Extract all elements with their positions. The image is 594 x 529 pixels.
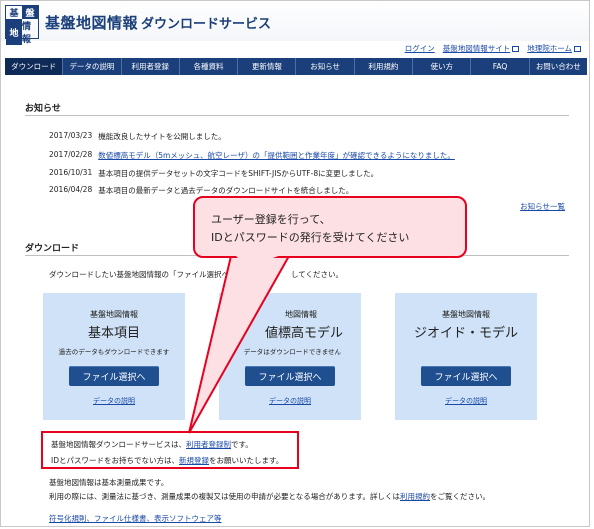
logo-char: 地 (6, 19, 22, 45)
terms-link[interactable]: 利用規約 (400, 492, 430, 501)
notice-text: IDとパスワードをお持ちでない方は、 (51, 456, 179, 465)
footer-line-1: 基盤地図情報は基本測量成果です。 (49, 478, 169, 487)
logo-char: 基 (9, 9, 19, 19)
nav-contact[interactable]: お問い合わせ (530, 58, 587, 75)
site-logo[interactable]: 基 盤 地 情報 (5, 5, 39, 45)
news-item: 2016/04/28 基本項目の最新データと過去データのダウンロードサイトを統合… (49, 185, 353, 196)
main-nav: ダウンロード データの説明 利用者登録 各種資料 更新情報 お知らせ 利用規約 … (5, 58, 587, 75)
registration-system-link[interactable]: 利用者登録制 (186, 440, 231, 449)
download-intro: ダウンロードしたい基盤地図情報の「ファイル選択へ してください。 (49, 269, 343, 280)
nav-user-registration[interactable]: 利用者登録 (122, 58, 180, 75)
card-name: 基本項目 (87, 326, 140, 341)
intro-text: ダウンロードしたい基盤地図情報の「ファイル選択へ (49, 270, 229, 279)
news-date: 2016/04/28 (49, 185, 93, 194)
callout-line-2: IDとパスワードの発行を受けてください (211, 231, 410, 244)
notice-line-1: 基盤地図情報ダウンロードサービスは、利用者登録制です。 (51, 439, 253, 450)
browser-page: 基 盤 地 情報 基盤地図情報 ダウンロードサービス ログイン 基盤地図情報サイ… (0, 0, 590, 527)
site-header: 基 盤 地 情報 基盤地図情報 ダウンロードサービス (1, 1, 589, 45)
top-links: ログイン 基盤地図情報サイト 地理院ホーム (405, 43, 581, 54)
notice-text: 基盤地図情報ダウンロードサービスは、 (51, 440, 186, 449)
download-heading: ダウンロード (25, 244, 80, 254)
footer-line-2: 利用の際には、測量法に基づき、測量成果の複製又は使用の申請が必要となる場合があり… (49, 491, 490, 502)
news-date: 2016/10/31 (49, 168, 93, 177)
notice-text: です。 (231, 440, 253, 449)
site-subtitle: ダウンロードサービス (141, 17, 272, 32)
news-list-link[interactable]: お知らせ一覧 (520, 201, 565, 212)
news-text: 機能改良したサイトを公開しました。 (98, 132, 226, 141)
nav-news[interactable]: お知らせ (296, 58, 355, 75)
news-date: 2017/03/23 (49, 131, 93, 140)
news-link[interactable]: 数値標高モデル（5mメッシュ、航空レーザ）の「提供範囲と作業年度」が確認できるよ… (98, 150, 455, 161)
data-description-link[interactable]: データの説明 (219, 396, 361, 406)
footer-text: 利用の際には、測量法に基づき、測量成果の複製又は使用の申請が必要となる場合があり… (49, 492, 400, 501)
external-link-icon (574, 46, 581, 52)
spec-docs-link[interactable]: 符号化規則、ファイル仕様書、表示ソフトウェア等 (49, 513, 222, 524)
news-item: 2017/03/23 機能改良したサイトを公開しました。 (49, 131, 226, 142)
card-geoid: 基盤地図情報 ジオイド・モデル ファイル選択へ データの説明 (395, 293, 537, 420)
logo-char: 情報 (22, 22, 32, 45)
registration-notice: 基盤地図情報ダウンロードサービスは、利用者登録制です。 IDとパスワードをお持ち… (41, 431, 299, 469)
select-file-button[interactable]: ファイル選択へ (421, 366, 511, 386)
card-name: 値標高モデル (264, 326, 343, 341)
card-name: ジオイド・モデル (413, 326, 518, 341)
logo-char: 盤 (22, 6, 38, 19)
card-category: 基盤地図情報 (90, 310, 138, 319)
card-dem: 地図情報 値標高モデル データはダウンロードできません ファイル選択へ データの… (219, 293, 361, 420)
annotation-callout: ユーザー登録を行って、 IDとパスワードの発行を受けてください (193, 196, 467, 258)
nav-data-description[interactable]: データの説明 (63, 58, 122, 75)
nav-updates[interactable]: 更新情報 (238, 58, 297, 75)
card-category: 地図情報 (285, 310, 317, 319)
select-file-button[interactable]: ファイル選択へ (69, 366, 159, 386)
nav-documents[interactable]: 各種資料 (180, 58, 239, 75)
login-link[interactable]: ログイン (405, 43, 435, 54)
nav-howto[interactable]: 使い方 (413, 58, 472, 75)
card-basic-items: 基盤地図情報 基本項目 過去のデータもダウンロードできます ファイル選択へ デー… (43, 293, 185, 420)
external-link-icon (512, 46, 520, 52)
news-text: 基本項目の最新データと過去データのダウンロードサイトを統合しました。 (98, 186, 354, 195)
select-file-button[interactable]: ファイル選択へ (245, 366, 335, 386)
news-item: 2017/02/28 数値標高モデル（5mメッシュ、航空レーザ）の「提供範囲と作… (49, 150, 455, 161)
news-date: 2017/02/28 (49, 150, 93, 159)
divider (25, 115, 569, 116)
nav-faq[interactable]: FAQ (471, 58, 530, 75)
data-description-link[interactable]: データの説明 (43, 396, 185, 406)
notice-text: をお願いいたします。 (209, 456, 284, 465)
data-description-link[interactable]: データの説明 (395, 396, 537, 406)
card-description: データはダウンロードできません (243, 348, 341, 356)
site-title: 基盤地図情報 (45, 14, 139, 32)
footer-text: をご覧ください。 (430, 492, 490, 501)
callout-line-1: ユーザー登録を行って、 (211, 213, 331, 226)
notice-line-2: IDとパスワードをお持ちでない方は、新規登録をお願いいたします。 (51, 455, 283, 466)
news-item: 2016/10/31 基本項目の提供データセットの文字コードをSHIFT-JIS… (49, 168, 378, 179)
nav-terms[interactable]: 利用規約 (355, 58, 414, 75)
intro-text-tail: してください。 (291, 270, 344, 279)
card-description: 過去のデータもダウンロードできます (58, 348, 170, 356)
nav-download[interactable]: ダウンロード (5, 58, 64, 75)
news-heading: お知らせ (25, 104, 61, 114)
kiban-site-link[interactable]: 基盤地図情報サイト (443, 44, 511, 53)
new-registration-link[interactable]: 新規登録 (179, 456, 209, 465)
news-text: 基本項目の提供データセットの文字コードをSHIFT-JISからUTF-8に変更し… (98, 169, 379, 178)
card-category: 基盤地図情報 (442, 310, 490, 319)
gsi-home-link[interactable]: 地理院ホーム (527, 44, 572, 53)
